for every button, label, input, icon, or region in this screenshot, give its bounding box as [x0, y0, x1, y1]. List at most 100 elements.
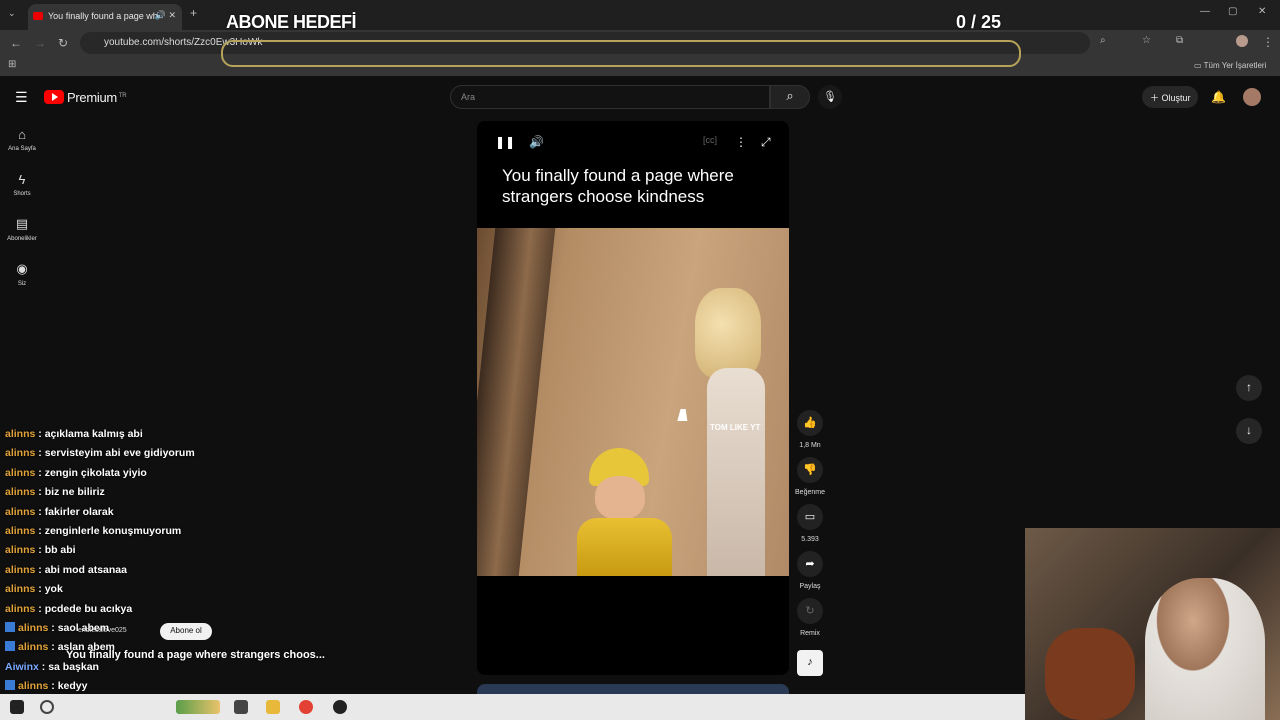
delivery-boy-figure	[577, 448, 672, 576]
arrow-up-icon: ↑	[1246, 380, 1252, 394]
menu-icon[interactable]: ⋮	[1262, 35, 1274, 49]
shorts-icon: ϟ	[18, 172, 26, 187]
chat-line: alinns : zenginlerle konuşmuyorum	[5, 524, 182, 537]
youtube-logo-icon[interactable]	[44, 90, 64, 104]
browser-tab[interactable]: You finally found a page wh 🔊 ✕	[28, 4, 182, 30]
youtube-favicon-icon	[33, 12, 43, 20]
sidebar-item-shorts[interactable]: ϟ Shorts	[4, 172, 40, 197]
chat-line: Aiwinx : sa başkan	[5, 660, 99, 673]
subscriptions-icon: ▤	[15, 216, 29, 231]
pause-icon[interactable]: ❚❚	[495, 135, 515, 149]
shorts-video-player[interactable]: ❚❚ 🔊 [cc] ⋮ ⤢ You finally found a page w…	[477, 121, 789, 675]
you-icon: ◉	[16, 261, 28, 276]
more-options-icon[interactable]: ⋮	[735, 135, 747, 149]
hamburger-menu-icon[interactable]: ☰	[15, 89, 28, 106]
like-button[interactable]: 👍 1,8 Mn	[795, 410, 825, 449]
chat-line: alinns : biz ne biliriz	[5, 486, 105, 499]
search-input[interactable]: Ara	[450, 85, 770, 109]
dislike-button[interactable]: 👎 Beğenme	[795, 457, 825, 496]
video-caption: You finally found a page where strangers…	[502, 166, 734, 206]
minimize-icon[interactable]: —	[1200, 6, 1210, 17]
youtube-brand[interactable]: Premium TR	[67, 90, 127, 105]
chat-line: alinns : zengin çikolata yiyio	[5, 466, 147, 479]
extensions-icon[interactable]: ⧉	[1176, 35, 1183, 46]
sidebar-label: Ana Sayfa	[8, 146, 36, 152]
zoom-icon[interactable]: ⌕	[1100, 35, 1106, 46]
sidebar-label: Shorts	[13, 191, 31, 197]
sound-button[interactable]: ♪	[795, 650, 825, 682]
search-icon: ⌕	[786, 88, 794, 103]
close-window-icon[interactable]: ✕	[1258, 6, 1266, 17]
profile-avatar[interactable]	[1236, 35, 1248, 47]
next-short-preview[interactable]	[477, 684, 789, 694]
next-short-button[interactable]: ↓	[1236, 418, 1262, 444]
home-icon: ⌂	[18, 127, 26, 142]
streamer-figure	[1145, 578, 1265, 720]
share-label: Paylaş	[799, 583, 821, 590]
comment-icon: ▭	[797, 504, 823, 530]
remix-icon: ↻	[797, 598, 823, 624]
create-button[interactable]: ＋ Oluştur	[1142, 86, 1198, 108]
channel-name[interactable]: endlesslove025	[78, 627, 127, 634]
elevator-panel	[477, 228, 556, 576]
thumbs-down-icon: 👎	[797, 457, 823, 483]
chair-shape	[1045, 628, 1135, 720]
region-code: TR	[118, 92, 127, 99]
voice-search-button[interactable]: 🎙	[818, 85, 842, 109]
sound-thumbnail-icon: ♪	[797, 650, 823, 676]
obs-icon[interactable]	[333, 700, 347, 714]
arrow-down-icon: ↓	[1246, 423, 1252, 437]
chat-line: alinns : açıklama kalmış abi	[5, 428, 143, 440]
bookmark-label: Tüm Yer İşaretleri	[1203, 61, 1267, 70]
platform-icon	[5, 641, 15, 652]
forward-icon[interactable]: →	[34, 36, 46, 50]
back-icon[interactable]: ←	[10, 36, 22, 50]
start-icon[interactable]	[10, 700, 24, 714]
dislike-label: Beğenme	[795, 489, 825, 496]
all-bookmarks-link[interactable]: ▭ Tüm Yer İşaretleri	[1194, 61, 1266, 70]
fullscreen-icon[interactable]: ⤢	[761, 135, 771, 150]
video-watermark: TOM LIKE YT	[710, 423, 761, 432]
goal-title: ABONE HEDEFİ	[226, 12, 357, 32]
comment-count: 5.393	[801, 536, 819, 543]
tab-search-icon[interactable]: ⌄	[8, 8, 16, 19]
sidebar-item-home[interactable]: ⌂ Ana Sayfa	[4, 127, 40, 152]
search-button[interactable]: ⌕	[770, 85, 810, 109]
close-tab-icon[interactable]: 🔊 ✕	[155, 10, 176, 21]
previous-short-button[interactable]: ↑	[1236, 375, 1262, 401]
taskbar-search-icon[interactable]	[40, 700, 54, 714]
new-tab-icon[interactable]: +	[190, 6, 197, 20]
share-icon: ➦	[797, 551, 823, 577]
video-frame: TOM LIKE YT	[477, 228, 789, 576]
apps-icon[interactable]: ⊞	[8, 59, 16, 70]
brand-text: Premium	[67, 90, 117, 105]
chat-line-partial	[5, 410, 345, 428]
captions-icon[interactable]: [cc]	[703, 135, 717, 145]
notifications-icon[interactable]: 🔔	[1211, 90, 1226, 104]
tab-title: You finally found a page wh	[48, 11, 158, 21]
maximize-icon[interactable]: ▢	[1228, 6, 1237, 17]
chat-line: alinns : bb abi	[5, 544, 76, 557]
create-label: Oluştur	[1161, 93, 1191, 103]
widget-icon[interactable]	[176, 700, 220, 714]
star-icon[interactable]: ☆	[1142, 35, 1151, 46]
file-explorer-icon[interactable]	[266, 700, 280, 714]
thumbs-up-icon: 👍	[797, 410, 823, 436]
volume-icon[interactable]: 🔊	[529, 135, 544, 149]
remix-button[interactable]: ↻ Remix	[795, 598, 825, 637]
share-button[interactable]: ➦ Paylaş	[795, 551, 825, 590]
sidebar-label: Abonelikler	[7, 236, 37, 242]
sidebar-item-subscriptions[interactable]: ▤ Abonelikler	[4, 216, 40, 242]
platform-icon	[5, 680, 15, 691]
sidebar-item-you[interactable]: ◉ Siz	[4, 261, 40, 287]
comments-button[interactable]: ▭ 5.393	[795, 504, 825, 543]
task-view-icon[interactable]	[234, 700, 248, 714]
reload-icon[interactable]: ↻	[58, 36, 68, 50]
now-playing-title: You finally found a page where strangers…	[66, 649, 325, 661]
account-avatar[interactable]	[1243, 88, 1261, 106]
chrome-icon[interactable]	[299, 700, 313, 714]
subscribe-button[interactable]: Abone ol	[160, 623, 212, 640]
mic-icon: 🎙	[823, 91, 837, 103]
browser-tab-bar: ⌄ You finally found a page wh 🔊 ✕ + — ▢ …	[0, 0, 1280, 30]
remix-label: Remix	[800, 630, 820, 637]
